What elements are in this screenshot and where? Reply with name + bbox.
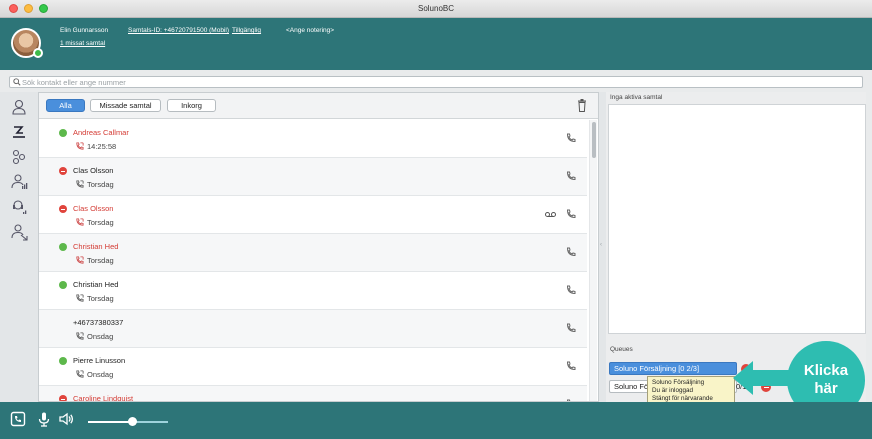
speaker-icon[interactable] <box>58 411 74 427</box>
sidebar <box>0 92 38 402</box>
presence-status-dot <box>33 48 43 58</box>
missed-calls-link[interactable]: 1 missat samtal <box>60 40 105 47</box>
incoming-call-icon <box>76 294 84 302</box>
call-time: Torsdag <box>87 218 114 227</box>
active-calls-area <box>608 104 866 334</box>
queue-item-soluno-forsaljning[interactable]: Soluno Försäljning [0 2/3] <box>609 362 737 375</box>
call-list-item[interactable]: Pierre Linusson Onsdag <box>39 348 587 386</box>
call-list-item[interactable]: +46737380337 Onsdag <box>39 310 587 348</box>
call-contact-name: Clas Olsson <box>73 166 114 175</box>
call-list: Andreas Callmar 14:25:58 Clas Olsson Tor… <box>39 120 587 402</box>
phone-icon[interactable] <box>566 171 576 181</box>
call-contact-name: +46737380337 <box>73 318 124 327</box>
call-list-item[interactable]: Clas Olsson Torsdag <box>39 196 587 234</box>
headset-queue-icon[interactable] <box>10 198 28 216</box>
person-icon[interactable] <box>10 98 28 116</box>
active-calls-label: Inga aktiva samtal <box>610 94 663 101</box>
incoming-call-icon <box>76 370 84 378</box>
call-time: 14:25:58 <box>87 142 117 151</box>
agent-queue-icon[interactable] <box>10 223 28 241</box>
presence-busy-icon <box>59 205 67 213</box>
presence-available-icon <box>59 243 67 251</box>
contacts-icon[interactable] <box>10 148 28 166</box>
volume-slider-fill <box>88 421 132 423</box>
queues-label: Queues <box>610 346 633 353</box>
phone-icon[interactable] <box>566 361 576 371</box>
tooltip-line: Soluno Försäljning <box>652 379 705 386</box>
volume-slider[interactable] <box>88 417 168 426</box>
call-contact-name: Christian Hed <box>73 280 119 289</box>
search-placeholder: Sök kontakt eller ange nummer <box>22 78 126 87</box>
phone-icon[interactable] <box>566 247 576 257</box>
presence-busy-icon <box>59 395 67 401</box>
note-field[interactable]: <Ange notering> <box>286 27 334 34</box>
microphone-icon[interactable] <box>36 411 52 427</box>
call-contact-name: Pierre Linusson <box>73 356 126 365</box>
title-bar: SolunoBC <box>0 0 872 18</box>
filter-inbox-button[interactable]: Inkorg <box>167 99 216 112</box>
availability-link[interactable]: Tillgänglig <box>232 27 261 34</box>
presence-available-icon <box>59 129 67 137</box>
call-list-item[interactable]: Christian Hed Torsdag <box>39 272 587 310</box>
user-header: Elin Gunnarsson Samtals-ID: +46720791500… <box>0 18 872 70</box>
arrow-pointer-icon <box>733 361 793 395</box>
team-status-icon[interactable] <box>10 173 28 191</box>
call-list-item[interactable]: Clas Olsson Torsdag <box>39 158 587 196</box>
filter-all-button[interactable]: Alla <box>46 99 85 112</box>
presence-available-icon <box>59 281 67 289</box>
call-contact-name: Andreas Callmar <box>73 128 129 137</box>
splitter-grip-icon: ‹ <box>600 242 602 248</box>
panel-splitter[interactable]: ‹ <box>599 92 606 402</box>
call-time: Torsdag <box>87 256 114 265</box>
phone-icon[interactable] <box>566 323 576 333</box>
filter-bar: Alla Missade samtal Inkorg <box>39 93 598 119</box>
voicemail-icon[interactable] <box>545 211 556 218</box>
callout-line-1: Klicka <box>803 362 849 379</box>
missed-call-icon <box>76 218 84 226</box>
call-time: Torsdag <box>87 180 114 189</box>
call-list-panel: Alla Missade samtal Inkorg Andreas Callm… <box>38 92 599 402</box>
call-list-item[interactable]: Caroline Lindquist <box>39 386 587 402</box>
callout-line-2: här <box>814 380 838 397</box>
search-input[interactable]: Sök kontakt eller ange nummer <box>9 76 863 88</box>
call-list-item[interactable]: Andreas Callmar 14:25:58 <box>39 120 587 158</box>
scrollbar-thumb[interactable] <box>592 122 596 158</box>
dialpad-icon[interactable] <box>10 411 26 427</box>
missed-call-icon <box>76 256 84 264</box>
call-contact-name: Caroline Lindquist <box>73 394 134 402</box>
incoming-call-icon <box>76 332 84 340</box>
filter-missed-button[interactable]: Missade samtal <box>90 99 161 112</box>
search-icon <box>13 78 21 86</box>
tooltip-line: Du är inloggad <box>652 387 693 395</box>
queue-item-label: Soluno Fö <box>614 382 649 391</box>
phone-icon[interactable] <box>566 133 576 143</box>
call-time: Onsdag <box>87 332 114 341</box>
call-list-scrollbar[interactable] <box>589 120 597 401</box>
call-history-icon[interactable] <box>10 123 28 141</box>
trash-icon[interactable] <box>577 99 587 112</box>
presence-busy-icon <box>59 167 67 175</box>
call-contact-name: Christian Hed <box>73 242 119 251</box>
presence-available-icon <box>59 357 67 365</box>
phone-icon[interactable] <box>566 209 576 219</box>
phone-icon[interactable] <box>566 285 576 295</box>
user-name: Elin Gunnarsson <box>60 27 109 34</box>
call-list-item[interactable]: Christian Hed Torsdag <box>39 234 587 272</box>
volume-slider-knob[interactable] <box>128 417 137 426</box>
incoming-call-icon <box>76 180 84 188</box>
footer-bar <box>0 402 872 439</box>
caller-id-link[interactable]: Samtals-ID: +46720791500 (Mobil) <box>128 27 229 34</box>
call-time: Torsdag <box>87 294 114 303</box>
call-contact-name: Clas Olsson <box>73 204 114 213</box>
call-time: Onsdag <box>87 370 114 379</box>
missed-call-icon <box>76 142 84 150</box>
window-title: SolunoBC <box>417 4 455 13</box>
